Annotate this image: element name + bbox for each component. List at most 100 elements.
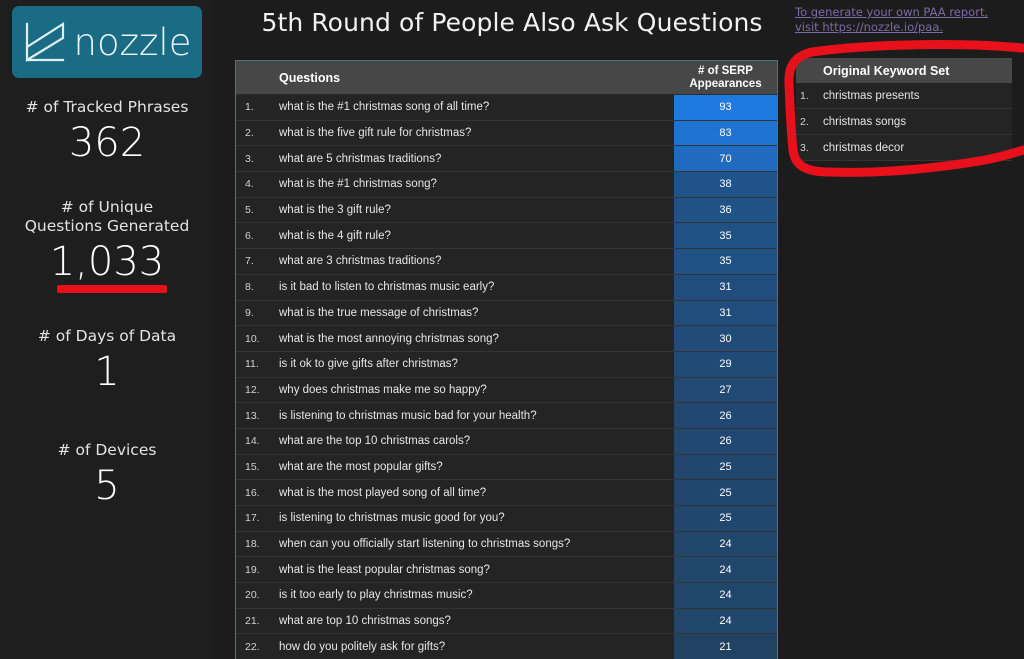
- row-index: 7.: [245, 255, 254, 268]
- stat-days-of-data-label: # of Days of Data: [37, 327, 177, 345]
- row-serp-appearances: 35: [674, 249, 777, 274]
- row-question: what is the 4 gift rule?: [279, 229, 391, 242]
- row-serp-appearances: 31: [674, 300, 777, 326]
- paa-header-index: [236, 61, 277, 94]
- table-row[interactable]: 2. what is the five gift rule for christm…: [236, 120, 777, 147]
- stat-tracked-phrases: # of Tracked Phrases 362: [0, 98, 214, 167]
- row-serp-appearances: 27: [674, 377, 777, 403]
- row-serp-appearances: 35: [674, 223, 777, 249]
- row-index: 20.: [245, 589, 260, 602]
- page-title: 5th Round of People Also Ask Questions: [261, 8, 763, 37]
- row-question: what is the true message of christmas?: [279, 306, 479, 319]
- keyword-label: christmas decor: [823, 141, 905, 154]
- table-row[interactable]: 18. when can you officially start listeni…: [236, 531, 777, 558]
- row-index: 6.: [245, 229, 254, 242]
- stat-tracked-phrases-value: 362: [68, 120, 146, 166]
- nozzle-logo[interactable]: nozzle: [12, 6, 202, 78]
- paa-report-link-line2: visit https://nozzle.io/paa.: [795, 20, 944, 34]
- row-index: 21.: [245, 615, 260, 628]
- table-row[interactable]: 9. what is the true message of christmas?…: [236, 300, 777, 327]
- row-index: 19.: [245, 563, 260, 576]
- paa-table-body: 1. what is the #1 christmas song of all t…: [236, 95, 777, 659]
- table-row[interactable]: 10. what is the most annoying christmas s…: [236, 326, 777, 352]
- stat-tracked-phrases-label: # of Tracked Phrases: [25, 98, 189, 116]
- row-index: 9.: [245, 306, 254, 319]
- stat-unique-questions-label-line2: Questions Generated: [24, 217, 190, 235]
- row-serp-appearances: 24: [674, 608, 777, 634]
- table-row[interactable]: 12. why does christmas make me so happy? 2…: [236, 377, 777, 404]
- row-question: what is the most annoying christmas song…: [279, 332, 499, 345]
- table-row[interactable]: 1. what is the #1 christmas song of all t…: [236, 95, 777, 121]
- table-row[interactable]: 3. what are 5 christmas traditions? 70: [236, 146, 777, 173]
- row-serp-appearances: 30: [674, 326, 777, 351]
- row-index: 4.: [245, 178, 254, 191]
- list-item[interactable]: 3. christmas decor: [796, 135, 1012, 161]
- table-row[interactable]: 6. what is the 4 gift rule? 35: [236, 223, 777, 250]
- paa-report-link-line1: To generate your own PAA report,: [795, 5, 989, 19]
- paa-questions-table: Questions # of SERP Appearances 1. what i…: [235, 60, 778, 659]
- stat-days-of-data-value: 1: [94, 349, 120, 395]
- row-index: 15.: [245, 460, 260, 473]
- nozzle-bowtie-icon: [25, 21, 64, 62]
- table-row[interactable]: 4. what is the #1 christmas song? 38: [236, 172, 777, 198]
- list-item[interactable]: 2. christmas songs: [796, 109, 1012, 135]
- keyword-label: christmas presents: [823, 89, 920, 102]
- keyword-label: christmas songs: [823, 115, 907, 128]
- table-row[interactable]: 11. is it ok to give gifts after christma…: [236, 351, 777, 378]
- dashboard-root: nozzle # of Tracked Phrases 362 # of Uni…: [0, 0, 1024, 659]
- row-index: 3.: [245, 152, 254, 165]
- stat-days-of-data: # of Days of Data 1: [0, 327, 214, 396]
- sidebar: nozzle # of Tracked Phrases 362 # of Uni…: [0, 0, 214, 659]
- row-serp-appearances: 24: [674, 531, 777, 557]
- nozzle-wordmark: nozzle: [73, 20, 192, 64]
- row-question: what is the five gift rule for christmas…: [279, 127, 472, 140]
- row-serp-appearances: 83: [674, 120, 777, 146]
- list-item[interactable]: 1. christmas presents: [796, 83, 1012, 109]
- table-row[interactable]: 14. what are the top 10 christmas carols?…: [236, 428, 777, 455]
- row-index: 2.: [245, 127, 254, 140]
- table-row[interactable]: 22. how do you politely ask for gifts? 21: [236, 634, 777, 659]
- table-row[interactable]: 15. what are the most popular gifts? 25: [236, 454, 777, 481]
- keyword-table-body: 1. christmas presents 2. christmas songs 3. c…: [796, 83, 1012, 161]
- row-question: what is the least popular christmas song…: [279, 563, 490, 576]
- row-serp-appearances: 29: [674, 351, 777, 377]
- paa-report-link[interactable]: To generate your own PAA report, visit h…: [795, 5, 1000, 35]
- table-row[interactable]: 8. is it bad to listen to christmas music…: [236, 274, 777, 301]
- keyword-table-header: Original Keyword Set: [796, 58, 1012, 83]
- keyword-index: 1.: [800, 89, 809, 102]
- paa-table-header-row: Questions # of SERP Appearances: [236, 61, 777, 95]
- row-serp-appearances: 25: [674, 506, 777, 531]
- row-serp-appearances: 24: [674, 583, 777, 608]
- table-row[interactable]: 5. what is the 3 gift rule? 36: [236, 197, 777, 224]
- row-index: 16.: [245, 486, 260, 499]
- table-row[interactable]: 17. is listening to christmas music good …: [236, 506, 777, 532]
- paa-header-questions[interactable]: Questions: [277, 61, 674, 94]
- keyword-index: 2.: [800, 115, 809, 128]
- row-index: 12.: [245, 383, 260, 396]
- row-question: is it ok to give gifts after christmas?: [279, 358, 458, 371]
- row-question: what are the most popular gifts?: [279, 460, 443, 473]
- row-question: what are 5 christmas traditions?: [279, 152, 442, 165]
- row-serp-appearances: 38: [674, 172, 777, 197]
- original-keyword-set-table: Original Keyword Set 1. christmas present…: [796, 58, 1012, 161]
- row-index: 1.: [245, 101, 254, 114]
- row-index: 5.: [245, 204, 254, 217]
- table-row[interactable]: 16. what is the most played song of all t…: [236, 480, 777, 506]
- row-index: 14.: [245, 435, 260, 448]
- row-question: what is the most played song of all time…: [279, 486, 487, 499]
- table-row[interactable]: 13. is listening to christmas music bad f…: [236, 403, 777, 429]
- row-index: 22.: [245, 640, 260, 653]
- stat-unique-questions: # of Unique Questions Generated 1,033: [0, 198, 214, 286]
- paa-header-serp-appearances[interactable]: # of SERP Appearances: [674, 61, 777, 94]
- row-index: 18.: [245, 538, 260, 551]
- table-row[interactable]: 20. is it too early to play christmas mus…: [236, 583, 777, 609]
- table-row[interactable]: 7. what are 3 christmas traditions? 35: [236, 249, 777, 275]
- row-question: is listening to christmas music good for…: [279, 512, 505, 525]
- row-question: what are 3 christmas traditions?: [279, 255, 442, 268]
- paa-header-serp-line1: # of SERP: [698, 64, 753, 77]
- paa-header-serp-line2: Appearances: [689, 77, 762, 90]
- row-question: is listening to christmas music bad for …: [279, 409, 537, 422]
- row-serp-appearances: 26: [674, 428, 777, 454]
- table-row[interactable]: 21. what are top 10 christmas songs? 24: [236, 608, 777, 635]
- table-row[interactable]: 19. what is the least popular christmas s…: [236, 557, 777, 584]
